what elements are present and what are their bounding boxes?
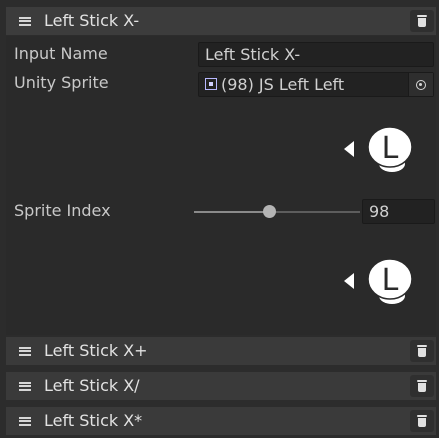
element-title: Left Stick X+ xyxy=(44,341,148,360)
stick-glyph: L xyxy=(382,131,399,166)
remove-button[interactable] xyxy=(410,340,434,362)
element-title: Left Stick X/ xyxy=(44,376,140,395)
object-picker-icon xyxy=(416,79,426,90)
drag-handle[interactable] xyxy=(10,407,40,435)
sprite-index-slider[interactable] xyxy=(194,205,360,218)
sprite-icon xyxy=(205,78,217,90)
sprite-index-value: 98 xyxy=(369,202,390,221)
sprite-preview-bottom: L xyxy=(344,258,413,304)
arrow-left-icon xyxy=(344,141,354,157)
sprite-index-label: Sprite Index xyxy=(14,201,111,220)
drag-handle[interactable] xyxy=(10,372,40,400)
element-header-2[interactable]: Left Stick X/ xyxy=(6,372,436,400)
slider-knob[interactable] xyxy=(263,205,276,218)
arrow-left-icon xyxy=(344,273,354,289)
unity-sprite-field[interactable]: (98) JS Left Left xyxy=(198,72,434,97)
hamburger-icon xyxy=(19,416,31,426)
slider-fill xyxy=(194,211,269,213)
hamburger-icon xyxy=(19,16,31,26)
unity-sprite-value: (98) JS Left Left xyxy=(221,75,345,94)
trash-icon xyxy=(417,415,427,427)
hamburger-icon xyxy=(19,346,31,356)
remove-button[interactable] xyxy=(410,10,434,32)
trash-icon xyxy=(417,15,427,27)
element-title: Left Stick X* xyxy=(44,411,143,430)
stick-glyph: L xyxy=(382,263,399,298)
trash-icon xyxy=(417,345,427,357)
remove-button[interactable] xyxy=(410,375,434,397)
sprite-preview-top: L xyxy=(344,126,413,172)
drag-handle[interactable] xyxy=(10,7,40,35)
element-header-0[interactable]: Left Stick X- xyxy=(6,7,436,35)
drag-handle[interactable] xyxy=(10,337,40,365)
element-header-1[interactable]: Left Stick X+ xyxy=(6,337,436,365)
unity-sprite-label: Unity Sprite xyxy=(14,73,109,92)
trash-icon xyxy=(417,380,427,392)
input-name-label: Input Name xyxy=(14,44,108,63)
hamburger-icon xyxy=(19,381,31,391)
element-title: Left Stick X- xyxy=(44,11,140,30)
sprite-index-field[interactable]: 98 xyxy=(362,199,435,224)
remove-button[interactable] xyxy=(410,410,434,432)
element-header-3[interactable]: Left Stick X* xyxy=(6,407,436,435)
input-name-value: Left Stick X- xyxy=(205,45,301,64)
input-name-field[interactable]: Left Stick X- xyxy=(198,42,434,67)
object-picker-button[interactable] xyxy=(408,73,433,96)
element-body: Input Name Left Stick X- Unity Sprite (9… xyxy=(6,36,436,335)
